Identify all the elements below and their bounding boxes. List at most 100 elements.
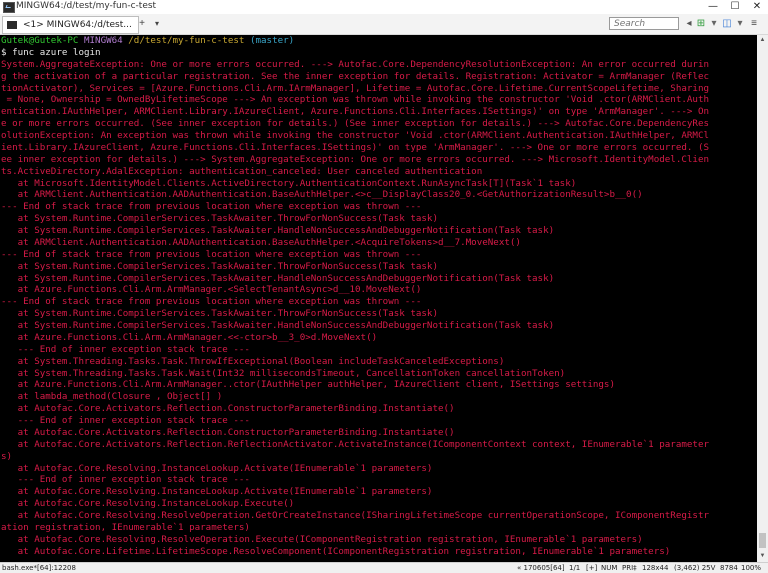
scroll-down-icon[interactable]: ▼	[757, 551, 768, 562]
maximize-button[interactable]: ☐	[724, 0, 746, 14]
panel-icon[interactable]: ▾	[708, 18, 720, 30]
terminal-text: at System.Threading.Tasks.Task.Wait(Int3…	[1, 367, 566, 379]
terminal-text: at System.Runtime.CompilerServices.TaskA…	[1, 213, 438, 225]
scroll-up-icon[interactable]: ▲	[757, 35, 768, 46]
terminal-text: s)	[1, 450, 13, 462]
terminal-line: at ARMClient.Authentication.AADAuthentic…	[1, 189, 757, 201]
terminal-text: (master)	[249, 35, 295, 46]
terminal-line: at Autofac.Core.Resolving.InstanceLookup…	[1, 486, 757, 498]
tab-label: <1> MINGW64:/d/test...	[23, 20, 132, 30]
terminal-text: at Autofac.Core.Resolving.InstanceLookup…	[1, 462, 433, 474]
terminal-line: at Autofac.Core.Lifetime.LifetimeScope.R…	[1, 546, 757, 558]
terminal-text: at Azure.Functions.Cli.Arm.ArmManager..c…	[1, 379, 615, 391]
terminal-text: at Autofac.Core.Resolving.InstanceLookup…	[1, 486, 433, 498]
terminal-line: ient.Library.IAzureClient, Azure.Functio…	[1, 142, 757, 154]
search-input[interactable]	[609, 17, 679, 30]
terminal-text: at System.Runtime.CompilerServices.TaskA…	[1, 272, 555, 284]
minimize-button[interactable]: —	[702, 0, 724, 14]
toolbar: <1> MINGW64:/d/test... + ▾ ◂ ⊞ ▾ ◫ ▾ ≡	[0, 14, 768, 35]
terminal-line: s)	[1, 451, 757, 463]
terminal-text: = None, Ownership = OwnedByLifetimeScope…	[1, 94, 710, 106]
terminal-line: at Autofac.Core.Resolving.ResolveOperati…	[1, 534, 757, 546]
terminal-line: at System.Runtime.CompilerServices.TaskA…	[1, 308, 757, 320]
terminal-line: tionActivator), Services = [Azure.Functi…	[1, 83, 757, 95]
terminal-line: $ func azure login	[1, 47, 757, 59]
terminal-text: ation registration, IEnumerable`1 parame…	[1, 521, 250, 533]
terminal-text: $ func azure login	[1, 46, 101, 58]
terminal-text: tionActivator), Services = [Azure.Functi…	[1, 82, 710, 94]
terminal-text: Gutek@Gutek-PC	[1, 35, 84, 46]
terminal-line: --- End of stack trace from previous loc…	[1, 249, 757, 261]
terminal-text: at System.Runtime.CompilerServices.TaskA…	[1, 260, 438, 272]
terminal-line: Gutek@Gutek-PC MINGW64 /d/test/my-fun-c-…	[1, 35, 757, 47]
scroll-thumb[interactable]	[759, 533, 766, 548]
settings-icon[interactable]: ▾	[734, 18, 746, 30]
terminal-text: olutionException: An exception was throw…	[1, 130, 710, 141]
terminal-line: at Autofac.Core.Activators.Reflection.Re…	[1, 439, 757, 451]
terminal-text: at Autofac.Core.Activators.Reflection.Re…	[1, 438, 710, 450]
terminal-text: --- End of stack trace from previous loc…	[1, 201, 422, 213]
terminal-text: at lambda_method(Closure , Object[] )	[1, 391, 223, 403]
terminal-line: ation registration, IEnumerable`1 parame…	[1, 522, 757, 534]
terminal-line: at Autofac.Core.Resolving.InstanceLookup…	[1, 498, 757, 510]
terminal-line: at ARMClient.Authentication.AADAuthentic…	[1, 237, 757, 249]
terminal-line: at Autofac.Core.Activators.Reflection.Co…	[1, 403, 757, 415]
terminal-text: g the activation of a particular registr…	[1, 70, 710, 82]
terminal-output[interactable]: Gutek@Gutek-PC MINGW64 /d/test/my-fun-c-…	[0, 35, 757, 562]
terminal-text: at Autofac.Core.Activators.Reflection.Co…	[1, 426, 455, 438]
terminal-text: ts.ActiveDirectory.AdalException: authen…	[1, 165, 483, 177]
terminal-text: at System.Runtime.CompilerServices.TaskA…	[1, 320, 555, 331]
terminal-text: at Autofac.Core.Resolving.ResolveOperati…	[1, 510, 710, 521]
terminal-text: at Autofac.Core.Resolving.InstanceLookup…	[1, 498, 295, 510]
search-prev-icon[interactable]: ◂	[683, 18, 695, 30]
terminal-text: at ARMClient.Authentication.AADAuthentic…	[1, 236, 521, 248]
terminal-text: --- End of inner exception stack trace -…	[1, 415, 250, 426]
vertical-scrollbar[interactable]: ▲ ▼	[757, 35, 768, 562]
terminal-line: at System.Runtime.CompilerServices.TaskA…	[1, 213, 757, 225]
terminal-text: e or more errors occurred. (See inner ex…	[1, 118, 710, 130]
terminal-text: at Microsoft.IdentityModel.Clients.Activ…	[1, 177, 577, 189]
terminal-text: at Autofac.Core.Lifetime.LifetimeScope.R…	[1, 545, 671, 557]
console-icon	[7, 21, 17, 29]
terminal-line: at Autofac.Core.Activators.Reflection.Co…	[1, 427, 757, 439]
terminal-text: at ARMClient.Authentication.AADAuthentic…	[1, 189, 643, 201]
panel-icon[interactable]: ◫	[721, 18, 733, 30]
terminal-text: --- End of inner exception stack trace -…	[1, 343, 250, 355]
terminal-line: --- End of inner exception stack trace -…	[1, 344, 757, 356]
terminal-line: at Microsoft.IdentityModel.Clients.Activ…	[1, 178, 757, 190]
terminal-line: System.AggregateException: One or more e…	[1, 59, 757, 71]
terminal-line: --- End of stack trace from previous loc…	[1, 201, 757, 213]
terminal-text: ee inner exception for details.) ---> Sy…	[1, 153, 710, 165]
terminal-text: System.AggregateException: One or more e…	[1, 58, 710, 70]
terminal-line: at System.Threading.Tasks.Task.Wait(Int3…	[1, 368, 757, 380]
terminal-line: at System.Runtime.CompilerServices.TaskA…	[1, 320, 757, 332]
new-console-icon[interactable]: ⊞	[695, 18, 707, 30]
terminal-text: --- End of inner exception stack trace -…	[1, 474, 250, 486]
add-tab-button[interactable]: +	[135, 17, 149, 31]
terminal-line: ts.ActiveDirectory.AdalException: authen…	[1, 166, 757, 178]
app-icon[interactable]	[3, 2, 15, 13]
terminal-lines: Gutek@Gutek-PC MINGW64 /d/test/my-fun-c-…	[0, 35, 757, 558]
terminal-text: at Azure.Functions.Cli.Arm.ArmManager.<S…	[1, 284, 422, 296]
menu-icon[interactable]: ≡	[748, 18, 760, 30]
terminal-line: at Azure.Functions.Cli.Arm.ArmManager.<S…	[1, 284, 757, 296]
window-title: MINGW64:/d/test/my-fun-c-test	[16, 1, 157, 11]
tab-console-1[interactable]: <1> MINGW64:/d/test...	[2, 16, 139, 34]
terminal-line: olutionException: An exception was throw…	[1, 130, 757, 142]
terminal-text: ient.Library.IAzureClient, Azure.Functio…	[1, 141, 710, 153]
status-bar: bash.exe*[64]:12208 « 170605[64] 1/1 [+]…	[0, 562, 768, 573]
tab-menu-button[interactable]: ▾	[150, 17, 164, 31]
close-button[interactable]: ✕	[746, 0, 768, 14]
terminal-line: e or more errors occurred. (See inner ex…	[1, 118, 757, 130]
terminal-text: at System.Runtime.CompilerServices.TaskA…	[1, 308, 438, 320]
terminal-text: entication.IAuthHelper, ARMClient.Librar…	[1, 106, 710, 118]
terminal-line: at System.Threading.Tasks.Task.ThrowIfEx…	[1, 356, 757, 368]
terminal-text: /d/test/my-fun-c-test	[122, 35, 250, 46]
terminal-line: at Azure.Functions.Cli.Arm.ArmManager.<<…	[1, 332, 757, 344]
terminal-line: at Autofac.Core.Resolving.InstanceLookup…	[1, 463, 757, 475]
terminal-text: at System.Threading.Tasks.Task.ThrowIfEx…	[1, 355, 505, 367]
terminal-line: = None, Ownership = OwnedByLifetimeScope…	[1, 94, 757, 106]
terminal-line: at Autofac.Core.Resolving.ResolveOperati…	[1, 510, 757, 522]
terminal-line: ee inner exception for details.) ---> Sy…	[1, 154, 757, 166]
terminal-text: --- End of stack trace from previous loc…	[1, 296, 422, 308]
